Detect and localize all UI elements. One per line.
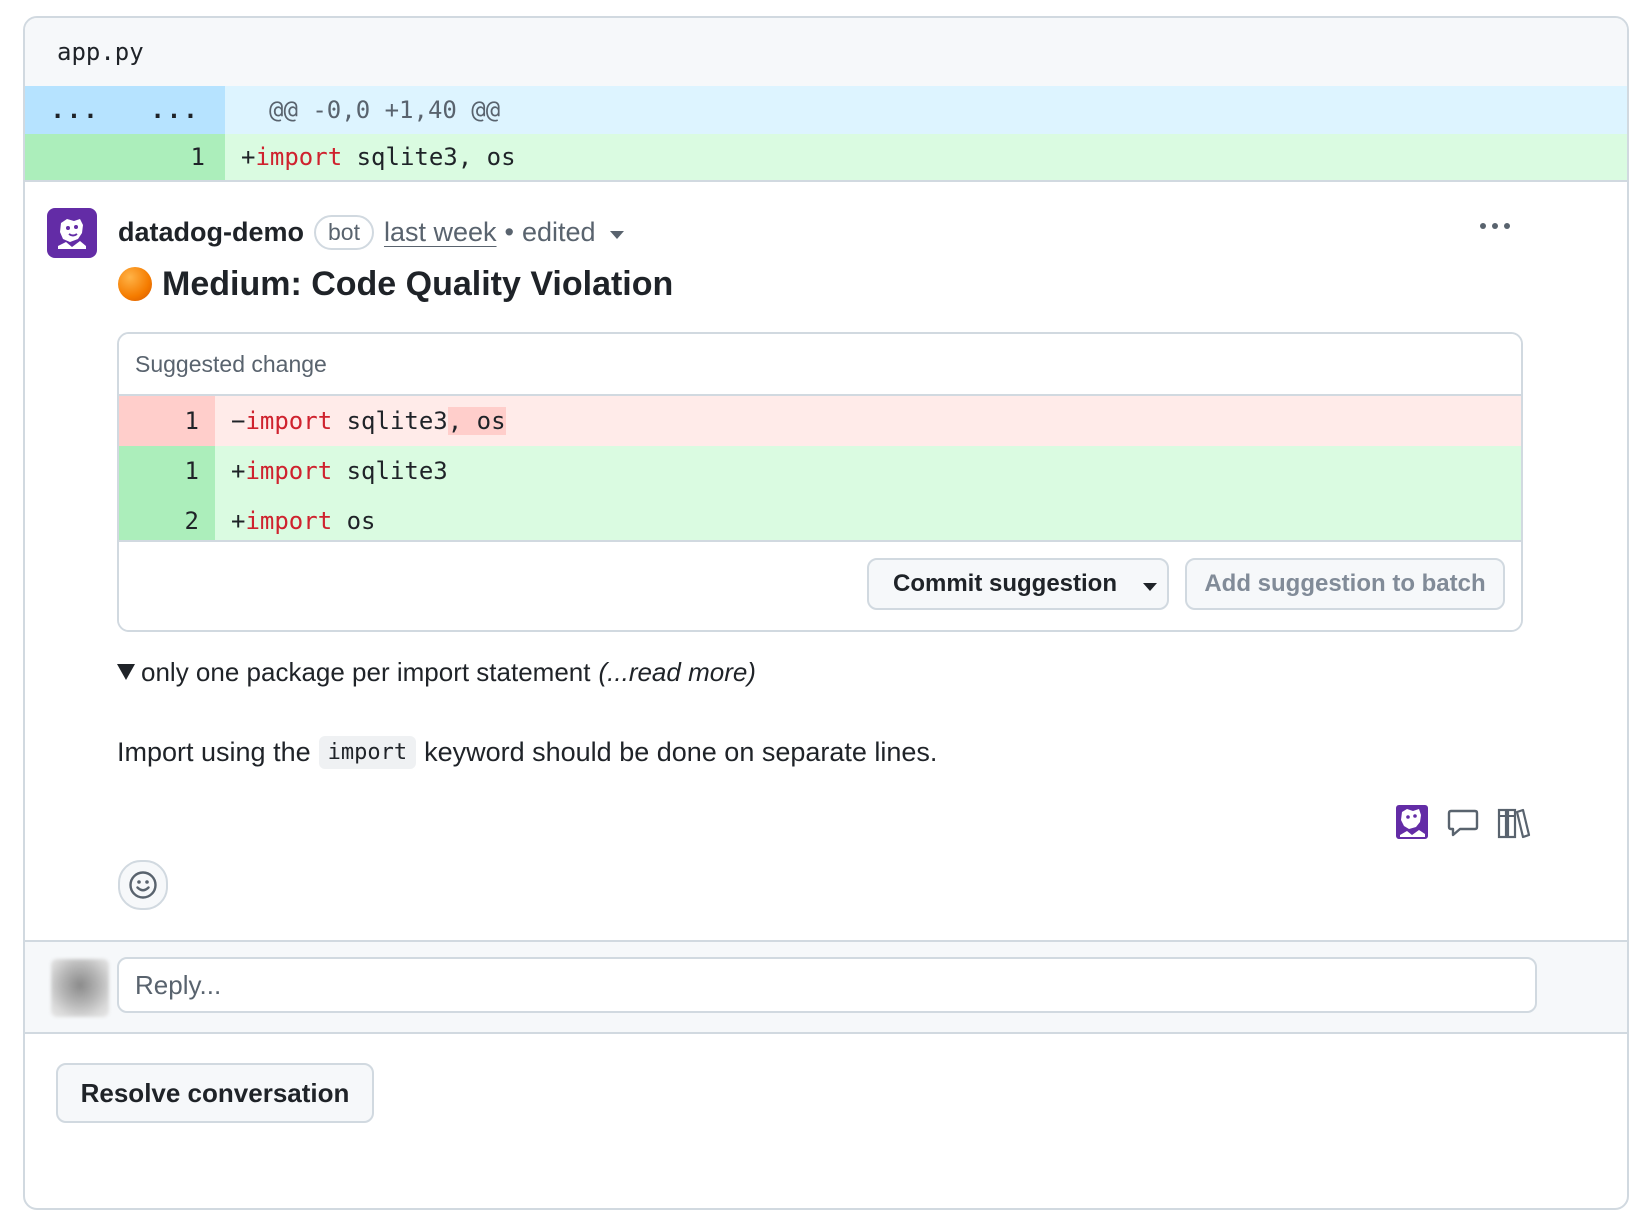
code-rest: os <box>332 507 376 535</box>
line-number: 1 <box>119 396 215 446</box>
user-avatar[interactable] <box>51 959 109 1017</box>
code-keyword: import <box>245 407 333 435</box>
code-keyword: import <box>245 507 333 535</box>
chevron-down-icon[interactable] <box>1143 583 1158 591</box>
file-name[interactable]: app.py <box>57 38 144 66</box>
author-name[interactable]: datadog-demo <box>118 217 304 248</box>
comment-footer-icons <box>1395 804 1531 842</box>
smiley-icon <box>129 871 157 899</box>
code-keyword: import <box>245 457 333 485</box>
comment-icon[interactable] <box>1447 808 1479 838</box>
code-keyword: import <box>255 143 343 171</box>
details-summary[interactable]: only one package per import statement (.… <box>117 654 756 690</box>
suggested-change-box: Suggested change 1 − import sqlite3, os … <box>117 332 1523 632</box>
bot-badge: bot <box>314 214 374 250</box>
orange-circle-icon <box>118 267 152 301</box>
comment-title-text: Medium: Code Quality Violation <box>162 264 674 303</box>
code-rest: sqlite3 <box>332 457 448 485</box>
diff-sign: + <box>231 457 246 485</box>
diff-sign: + <box>231 507 246 535</box>
added-code: + import sqlite3 <box>215 446 448 496</box>
diff-sign: + <box>241 143 256 171</box>
reply-input[interactable] <box>117 957 1537 1013</box>
hunk-new-marker[interactable]: ... <box>125 96 225 124</box>
description-after: keyword should be done on separate lines… <box>424 736 938 767</box>
hunk-old-marker[interactable]: ... <box>25 96 125 124</box>
read-more-label[interactable]: (...read more) <box>598 657 756 688</box>
resolve-conversation-button[interactable]: Resolve conversation <box>56 1063 374 1123</box>
suggested-change-header: Suggested change <box>119 334 1521 396</box>
hunk-header: @@ -0,0 +1,40 @@ <box>269 96 501 124</box>
hunk-row: ... ... @@ -0,0 +1,40 @@ <box>25 86 1627 134</box>
code-rest: sqlite3, os <box>342 143 516 171</box>
suggestion-deleted-line: 1 − import sqlite3, os <box>119 396 1521 446</box>
comment-title: Medium: Code Quality Violation <box>118 262 673 306</box>
edit-history-chevron-down-icon[interactable] <box>609 231 624 239</box>
datadog-logo-icon[interactable] <box>1395 804 1429 842</box>
deleted-code: − import sqlite3, os <box>215 396 506 446</box>
line-number[interactable]: 1 <box>25 134 225 180</box>
kebab-menu-icon[interactable] <box>1480 223 1510 229</box>
suggestion-actions: Commit suggestion Add suggestion to batc… <box>119 540 1521 630</box>
reply-area <box>25 940 1627 1034</box>
hunk-expand-gutter[interactable]: ... ... <box>25 86 225 134</box>
line-number: 1 <box>119 446 215 496</box>
edited-label[interactable]: edited <box>522 217 596 248</box>
comment-description: Import using the import keyword should b… <box>117 730 937 774</box>
review-thread: app.py ... ... @@ -0,0 +1,40 @@ 1 + impo… <box>23 16 1629 1210</box>
add-reaction-button[interactable] <box>118 860 168 910</box>
commit-suggestion-label: Commit suggestion <box>893 570 1118 597</box>
code-kept: sqlite3 <box>332 407 448 435</box>
datadog-logo-icon <box>58 219 86 249</box>
diff-sign: − <box>231 407 246 435</box>
commit-suggestion-button[interactable]: Commit suggestion <box>867 558 1169 610</box>
description-before: Import using the <box>117 736 311 767</box>
add-suggestion-to-batch-button[interactable]: Add suggestion to batch <box>1185 558 1505 610</box>
code-removed: , os <box>447 407 506 435</box>
comment-meta: datadog-demo bot last week • edited <box>118 212 624 252</box>
meta-separator: • <box>504 216 514 247</box>
file-header: app.py <box>25 18 1627 86</box>
triangle-down-icon[interactable] <box>117 664 135 680</box>
diff-line-added: 1 + import sqlite3, os <box>25 134 1627 182</box>
diff-line-code: + import sqlite3, os <box>225 134 516 180</box>
suggestion-added-line: 1 + import sqlite3 <box>119 446 1521 496</box>
suggestion-added-line: 2 + import os <box>119 496 1521 546</box>
datadog-bot-avatar[interactable] <box>47 208 97 258</box>
details-summary-text[interactable]: only one package per import statement <box>141 657 590 688</box>
library-icon[interactable] <box>1497 806 1531 840</box>
line-number: 2 <box>119 496 215 546</box>
comment-timestamp[interactable]: last week <box>384 217 497 248</box>
inline-code: import <box>318 735 417 769</box>
added-code: + import os <box>215 496 376 546</box>
